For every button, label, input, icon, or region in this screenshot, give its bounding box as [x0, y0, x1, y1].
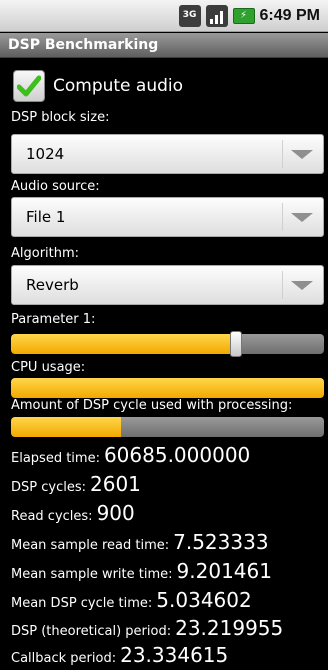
stat-callback-period: Callback period: 23.334615: [11, 643, 228, 667]
stat-value: 900: [96, 501, 135, 525]
dropdown-arrow-icon: [291, 281, 313, 290]
audio-source-spinner[interactable]: File 1: [11, 197, 324, 237]
stat-label: DSP (theoretical) period:: [11, 624, 172, 639]
stat-value: 2601: [90, 472, 141, 496]
signal-strength-icon: [205, 4, 228, 27]
stat-value: 5.034602: [156, 588, 252, 612]
algorithm-spinner[interactable]: Reverb: [11, 265, 324, 305]
stat-value: 7.523333: [173, 530, 269, 554]
app-title: DSP Benchmarking: [0, 33, 328, 58]
block-size-value: 1024: [26, 145, 65, 163]
stat-label: Read cycles:: [11, 509, 93, 524]
audio-source-label: Audio source:: [11, 179, 100, 194]
stat-mean-dsp-cycle-time: Mean DSP cycle time: 5.034602: [11, 588, 252, 612]
algorithm-label: Algorithm:: [11, 246, 80, 261]
parameter1-label: Parameter 1:: [11, 312, 96, 327]
stat-label: DSP cycles:: [11, 480, 86, 495]
cpu-usage-fill: [11, 378, 324, 398]
cpu-usage-bar: [11, 378, 324, 398]
stat-read-cycles: Read cycles: 900: [11, 501, 135, 525]
parameter1-fill: [11, 334, 237, 354]
checkmark-icon: [17, 75, 41, 97]
stat-mean-write-time: Mean sample write time: 9.201461: [11, 559, 272, 583]
stat-elapsed-time: Elapsed time: 60685.000000: [11, 443, 250, 467]
stat-value: 9.201461: [176, 559, 272, 583]
stat-label: Elapsed time:: [11, 451, 100, 466]
block-size-label: DSP block size:: [11, 110, 110, 125]
parameter1-slider[interactable]: [11, 331, 324, 357]
stat-label: Mean sample write time:: [11, 567, 173, 582]
dsp-cycle-bar: [11, 417, 324, 437]
stat-label: Mean DSP cycle time:: [11, 596, 153, 611]
parameter1-track: [11, 334, 324, 354]
algorithm-value: Reverb: [26, 276, 79, 294]
network-3g-icon: 3G: [178, 4, 201, 27]
dsp-cycle-label: Amount of DSP cycle used with processing…: [11, 398, 293, 413]
stat-value: 23.219955: [175, 616, 284, 640]
compute-audio-checkbox-row[interactable]: Compute audio: [13, 68, 183, 104]
dsp-cycle-fill: [11, 417, 121, 437]
status-clock: 6:49 PM: [259, 6, 320, 24]
cpu-usage-label: CPU usage:: [11, 360, 86, 375]
stat-dsp-period: DSP (theoretical) period: 23.219955: [11, 616, 283, 640]
stat-label: Mean sample read time:: [11, 538, 170, 553]
dropdown-arrow-icon: [291, 213, 313, 222]
stat-value: 23.334615: [120, 643, 229, 667]
stat-dsp-cycles: DSP cycles: 2601: [11, 472, 141, 496]
parameter1-thumb[interactable]: [230, 331, 243, 357]
stat-label: Callback period:: [11, 651, 117, 666]
stat-mean-read-time: Mean sample read time: 7.523333: [11, 530, 269, 554]
block-size-spinner[interactable]: 1024: [11, 134, 324, 174]
status-bar: 3G ⚡ 6:49 PM: [0, 0, 328, 32]
audio-source-value: File 1: [26, 208, 66, 226]
compute-audio-checkbox[interactable]: [13, 70, 45, 102]
stat-value: 60685.000000: [103, 443, 251, 467]
battery-charging-icon: ⚡: [232, 7, 255, 24]
compute-audio-label: Compute audio: [53, 76, 184, 96]
dropdown-arrow-icon: [291, 150, 313, 159]
